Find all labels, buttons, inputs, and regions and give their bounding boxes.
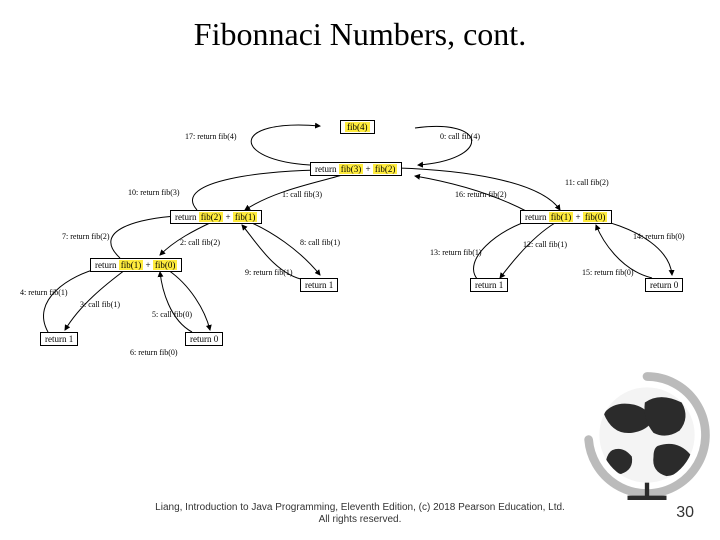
step-4: 4: return fib(1): [20, 288, 68, 297]
step-2: 2: call fib(2): [180, 238, 220, 247]
hl1: fib(1): [549, 212, 574, 222]
mid: +: [573, 212, 583, 222]
txt: return 1: [45, 334, 73, 344]
step-9: 9: return fib(1): [245, 268, 293, 277]
txt: return: [175, 212, 199, 222]
hl1: fib(2): [199, 212, 224, 222]
node-fib4: fib(4): [340, 120, 375, 134]
node-return-fib2-plus-fib1: return fib(2) + fib(1): [170, 210, 262, 224]
step-11: 11: call fib(2): [565, 178, 609, 187]
mid: +: [223, 212, 233, 222]
slide-title: Fibonnaci Numbers, cont.: [0, 16, 720, 53]
txt: return: [315, 164, 339, 174]
footer: Liang, Introduction to Java Programming,…: [0, 502, 720, 526]
hl2: fib(1): [233, 212, 258, 222]
node-fib4-hl: fib(4): [345, 122, 370, 132]
txt: return: [525, 212, 549, 222]
hl2: fib(0): [153, 260, 178, 270]
step-8: 8: call fib(1): [300, 238, 340, 247]
node-return-1-b: return 1: [300, 278, 338, 292]
txt: return 0: [190, 334, 218, 344]
node-return-1-c: return 1: [470, 278, 508, 292]
node-return-1-a: return 1: [40, 332, 78, 346]
step-5: 5: call fib(0): [152, 310, 192, 319]
txt: return 1: [305, 280, 333, 290]
mid: +: [143, 260, 153, 270]
hl2: fib(2): [373, 164, 398, 174]
step-12: 12: call fib(1): [523, 240, 567, 249]
step-10: 10: return fib(3): [128, 188, 180, 197]
node-return-fib1-plus-fib0-left: return fib(1) + fib(0): [90, 258, 182, 272]
step-17: 17: return fib(4): [185, 132, 237, 141]
page-number: 30: [676, 504, 694, 522]
hl1: fib(1): [119, 260, 144, 270]
node-return-fib3-plus-fib2: return fib(3) + fib(2): [310, 162, 402, 176]
txt: return: [95, 260, 119, 270]
hl1: fib(3): [339, 164, 364, 174]
step-13: 13: return fib(1): [430, 248, 482, 257]
footer-line-1: Liang, Introduction to Java Programming,…: [155, 502, 565, 513]
node-return-0-b: return 0: [645, 278, 683, 292]
txt: return 0: [650, 280, 678, 290]
step-6: 6: return fib(0): [130, 348, 178, 357]
arrows: [20, 120, 700, 380]
step-0: 0: call fib(4): [440, 132, 480, 141]
step-7: 7: return fib(2): [62, 232, 110, 241]
node-return-fib1-plus-fib0-right: return fib(1) + fib(0): [520, 210, 612, 224]
txt: return 1: [475, 280, 503, 290]
step-16: 16: return fib(2): [455, 190, 507, 199]
globe-icon: [582, 370, 712, 500]
footer-line-2: All rights reserved.: [319, 514, 402, 525]
recursion-tree-diagram: fib(4) return fib(3) + fib(2) return fib…: [20, 120, 700, 380]
node-return-0-a: return 0: [185, 332, 223, 346]
step-3: 3: call fib(1): [80, 300, 120, 309]
step-14: 14: return fib(0): [633, 232, 685, 241]
hl2: fib(0): [583, 212, 608, 222]
mid: +: [363, 164, 373, 174]
step-1: 1: call fib(3): [282, 190, 322, 199]
step-15: 15: return fib(0): [582, 268, 634, 277]
